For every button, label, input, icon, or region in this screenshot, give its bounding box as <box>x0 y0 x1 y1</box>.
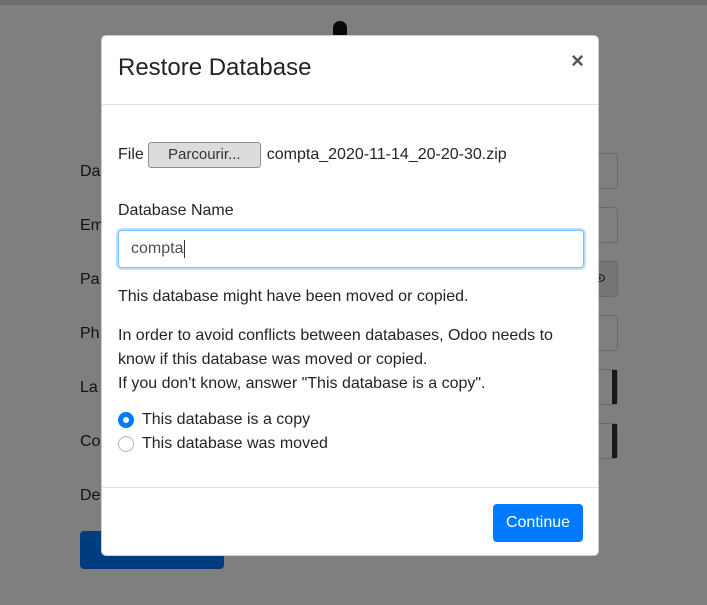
restore-database-modal: Restore Database × File Parcourir... com… <box>101 35 599 556</box>
file-label: File <box>118 146 144 163</box>
radio-moved[interactable] <box>118 436 134 452</box>
modal-header: Restore Database × <box>102 36 598 105</box>
explanation-line-1: In order to avoid conflicts between data… <box>118 327 553 368</box>
database-name-value: compta <box>131 240 184 257</box>
file-row: File Parcourir... compta_2020-11-14_20-2… <box>118 142 507 168</box>
radio-copy[interactable] <box>118 412 134 428</box>
explanation: In order to avoid conflicts between data… <box>118 324 578 396</box>
file-name: compta_2020-11-14_20-20-30.zip <box>266 146 507 163</box>
moved-message: This database might have been moved or c… <box>118 288 469 305</box>
radio-moved-label: This database was moved <box>142 435 328 452</box>
text-caret <box>184 239 186 258</box>
radio-copy-label: This database is a copy <box>142 411 311 428</box>
browse-button[interactable]: Parcourir... <box>147 142 261 168</box>
radio-option-copy[interactable]: This database is a copy <box>118 411 310 429</box>
modal-footer: Continue <box>102 487 598 556</box>
radio-option-moved[interactable]: This database was moved <box>118 435 328 453</box>
modal-body: File Parcourir... compta_2020-11-14_20-2… <box>102 105 598 488</box>
close-icon[interactable]: × <box>571 50 584 72</box>
database-name-input[interactable]: compta <box>118 230 584 268</box>
continue-button[interactable]: Continue <box>493 504 583 542</box>
modal-title: Restore Database <box>118 54 312 81</box>
database-name-label: Database Name <box>118 202 234 219</box>
explanation-line-2: If you don't know, answer "This database… <box>118 375 486 392</box>
